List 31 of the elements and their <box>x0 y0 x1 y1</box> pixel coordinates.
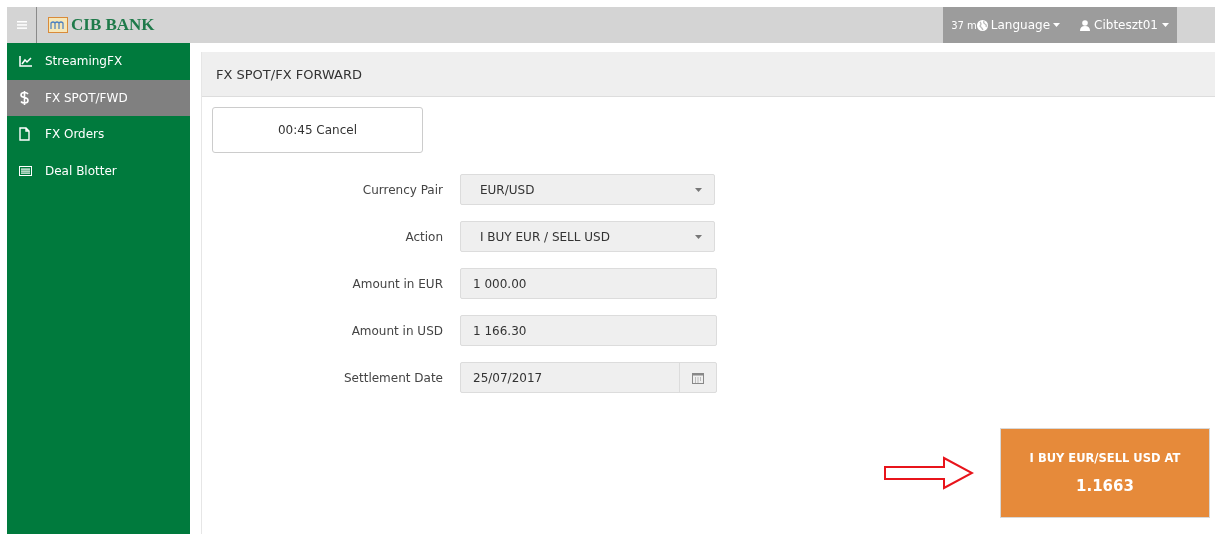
input-field[interactable]: 1 166.30 <box>460 315 717 346</box>
bank-logo-icon <box>48 17 68 33</box>
field-label: Settlement Date <box>343 370 443 385</box>
dropdown[interactable]: I BUY EUR / SELL USD <box>460 221 715 252</box>
input-field[interactable]: 1 000.00 <box>460 268 717 299</box>
sidebar-item[interactable]: FX Orders <box>7 116 190 153</box>
user-icon <box>1080 19 1091 31</box>
language-menu[interactable]: Language <box>976 18 1061 32</box>
document-icon <box>19 127 30 142</box>
panel-title: FX SPOT/FX FORWARD <box>216 66 362 82</box>
session-timer: 37 m <box>951 19 977 31</box>
sidebar-item[interactable]: FX SPOT/FWD <box>7 79 190 116</box>
field-label: Amount in EUR <box>351 276 443 291</box>
menu-icon <box>16 21 27 29</box>
chart-icon <box>19 55 33 68</box>
field-label: Amount in USD <box>350 323 443 338</box>
sidebar-item[interactable]: Deal Blotter <box>7 152 190 189</box>
cancel-button[interactable]: 00:45 Cancel <box>212 107 423 153</box>
caret-icon <box>695 187 702 192</box>
dropdown[interactable]: EUR/USD <box>460 174 715 205</box>
globe-icon <box>976 19 988 31</box>
sidebar-item[interactable]: StreamingFX <box>7 43 190 80</box>
list-icon <box>19 165 32 176</box>
dollar-icon <box>19 90 30 105</box>
brand-name: CIB BANK <box>71 15 155 35</box>
caret-icon <box>695 234 702 239</box>
user-menu[interactable]: Cibteszt01 <box>1080 18 1169 32</box>
caret-icon <box>1162 23 1169 27</box>
field-label: Action <box>404 229 443 244</box>
field-label: Currency Pair <box>361 182 443 197</box>
caret-icon <box>1053 23 1061 27</box>
